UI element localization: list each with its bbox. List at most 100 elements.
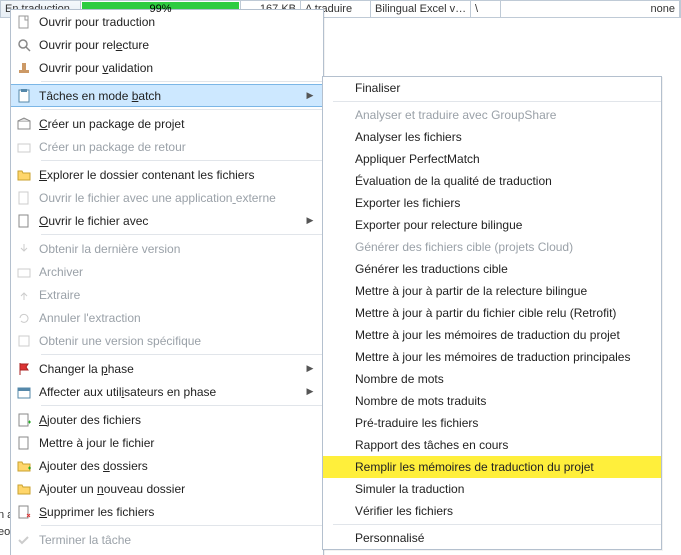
progress-text: 99% [85, 3, 236, 15]
col-progress: 99% [81, 1, 241, 17]
menu-add-files[interactable]: Ajouter des fichiers [11, 408, 323, 431]
menu-end-task[interactable]: Terminer la tâche [11, 528, 323, 551]
menu-label: Supprimer les fichiers [37, 505, 317, 519]
menu-change-phase[interactable]: Changer la phase ▶ [11, 357, 323, 380]
sub-export-review[interactable]: Exporter pour relecture bilingue [323, 214, 661, 236]
menu-update-file[interactable]: Mettre à jour le fichier [11, 431, 323, 454]
file-delete-icon [11, 504, 37, 520]
batch-submenu: Finaliser Analyser et traduire avec Grou… [322, 76, 662, 550]
chevron-right-icon: ▶ [303, 386, 317, 397]
menu-label: Créer un package de projet [37, 117, 317, 131]
separator [41, 234, 323, 235]
col-format: Bilingual Excel v… [371, 1, 471, 17]
check-icon [11, 532, 37, 548]
menu-get-specific[interactable]: Obtenir une version spécifique [11, 329, 323, 352]
folder-open-icon [11, 167, 37, 183]
menu-label: Ouvrir pour validation [37, 61, 317, 75]
sub-gen-cloud[interactable]: Générer des fichiers cible (projets Clou… [323, 236, 661, 258]
menu-add-folders[interactable]: Ajouter des dossiers [11, 454, 323, 477]
document-icon [11, 14, 37, 30]
menu-open-validate[interactable]: Ouvrir pour validation [11, 56, 323, 79]
menu-publish[interactable]: Publier la tâche [11, 551, 323, 555]
menu-open-review[interactable]: Ouvrir pour relecture [11, 33, 323, 56]
menu-label: Affecter aux utilisateurs en phase [37, 385, 303, 399]
package-return-icon [11, 139, 37, 155]
separator [41, 354, 323, 355]
sub-finalize[interactable]: Finaliser [323, 77, 661, 99]
menu-create-return-package[interactable]: Créer un package de retour [11, 135, 323, 158]
search-icon [11, 37, 37, 53]
menu-undo-extract[interactable]: Annuler l'extraction [11, 306, 323, 329]
menu-label: Ajouter des fichiers [37, 413, 317, 427]
archive-icon [11, 264, 37, 280]
folder-add-icon [11, 458, 37, 474]
chevron-right-icon: ▶ [303, 215, 317, 226]
separator [41, 160, 323, 161]
folder-new-icon [11, 481, 37, 497]
separator [333, 524, 661, 525]
sub-update-from-review[interactable]: Mettre à jour à partir de la relecture b… [323, 280, 661, 302]
menu-label: Changer la phase [37, 362, 303, 376]
flag-icon [11, 361, 37, 377]
sub-analyze[interactable]: Analyser les fichiers [323, 126, 661, 148]
sub-retrofit[interactable]: Mettre à jour à partir du fichier cible … [323, 302, 661, 324]
sub-task-report[interactable]: Rapport des tâches en cours [323, 434, 661, 456]
stamp-icon [11, 60, 37, 76]
sub-pretranslate[interactable]: Pré-traduire les fichiers [323, 412, 661, 434]
menu-label: Ouvrir pour relecture [37, 38, 317, 52]
menu-batch-tasks[interactable]: Tâches en mode batch ▶ [11, 84, 323, 107]
file-refresh-icon [11, 435, 37, 451]
menu-create-package[interactable]: Créer un package de projet [11, 112, 323, 135]
sub-wordcount-translated[interactable]: Nombre de mots traduits [323, 390, 661, 412]
menu-add-new-folder[interactable]: Ajouter un nouveau dossier [11, 477, 323, 500]
clipboard-icon [11, 88, 37, 104]
sub-update-tm-main[interactable]: Mettre à jour les mémoires de traduction… [323, 346, 661, 368]
col-back: \ [471, 1, 501, 17]
separator [41, 109, 323, 110]
package-icon [11, 116, 37, 132]
undo-icon [11, 310, 37, 326]
menu-open-external[interactable]: Ouvrir le fichier avec une application e… [11, 186, 323, 209]
menu-get-latest[interactable]: Obtenir la dernière version [11, 237, 323, 260]
menu-label: Annuler l'extraction [37, 311, 317, 325]
separator [41, 81, 323, 82]
menu-label: Ouvrir le fichier avec une application e… [37, 191, 317, 205]
menu-label: Ajouter un nouveau dossier [37, 482, 317, 496]
menu-label: Ouvrir le fichier avec [37, 214, 303, 228]
col-none1: none [501, 1, 680, 17]
menu-label: Créer un package de retour [37, 140, 317, 154]
menu-open-with[interactable]: Ouvrir le fichier avec ▶ [11, 209, 323, 232]
sub-populate-tm[interactable]: Remplir les mémoires de traduction du pr… [323, 456, 661, 478]
upload-icon [11, 287, 37, 303]
menu-label: Archiver [37, 265, 317, 279]
menu-label: Obtenir la dernière version [37, 242, 317, 256]
menu-extract[interactable]: Extraire [11, 283, 323, 306]
context-menu: Ouvrir pour traduction Ouvrir pour relec… [10, 9, 324, 555]
menu-assign-users[interactable]: Affecter aux utilisateurs en phase ▶ [11, 380, 323, 403]
menu-delete-files[interactable]: Supprimer les fichiers [11, 500, 323, 523]
sub-quality-eval[interactable]: Évaluation de la qualité de traduction [323, 170, 661, 192]
file-open-icon [11, 213, 37, 229]
sub-custom[interactable]: Personnalisé [323, 527, 661, 549]
sub-simulate[interactable]: Simuler la traduction [323, 478, 661, 500]
file-add-icon [11, 412, 37, 428]
menu-label: Terminer la tâche [37, 533, 317, 547]
menu-label: Ouvrir pour traduction [37, 15, 317, 29]
sub-perfectmatch[interactable]: Appliquer PerfectMatch [323, 148, 661, 170]
file-external-icon [11, 190, 37, 206]
menu-label: Obtenir une version spécifique [37, 334, 317, 348]
sub-analyze-groupshare[interactable]: Analyser et traduire avec GroupShare [323, 104, 661, 126]
version-icon [11, 333, 37, 349]
menu-label: Ajouter des dossiers [37, 459, 317, 473]
menu-label: Extraire [37, 288, 317, 302]
chevron-right-icon: ▶ [303, 90, 317, 101]
sub-verify[interactable]: Vérifier les fichiers [323, 500, 661, 522]
sub-wordcount[interactable]: Nombre de mots [323, 368, 661, 390]
separator [41, 525, 323, 526]
menu-explore-folder[interactable]: Explorer le dossier contenant les fichie… [11, 163, 323, 186]
sub-update-tm-project[interactable]: Mettre à jour les mémoires de traduction… [323, 324, 661, 346]
menu-archive[interactable]: Archiver [11, 260, 323, 283]
sub-export-files[interactable]: Exporter les fichiers [323, 192, 661, 214]
separator [41, 405, 323, 406]
sub-gen-target[interactable]: Générer les traductions cible [323, 258, 661, 280]
